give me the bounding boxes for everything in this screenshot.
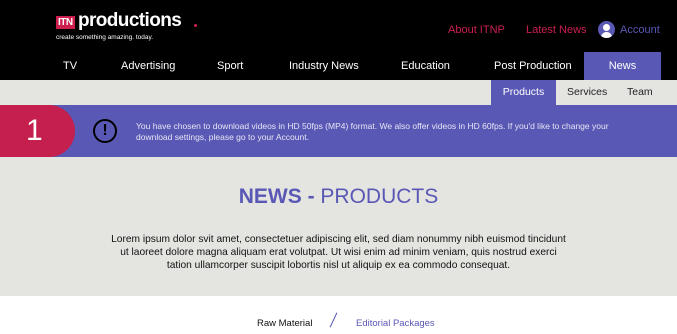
subnav-item-team[interactable]: Team	[627, 80, 653, 105]
account-link[interactable]: Account	[620, 23, 660, 37]
subnav-item-products[interactable]: Products	[491, 80, 556, 105]
nav-item-sport[interactable]: Sport	[217, 52, 243, 80]
logo-wordmark: productions	[78, 10, 182, 31]
logo[interactable]: ITN productions create something amazing…	[56, 10, 216, 50]
main-nav: TV Advertising Sport Industry News Educa…	[0, 52, 677, 80]
page-title: NEWS - PRODUCTS	[0, 184, 677, 210]
logo-tagline: create something amazing. today.	[56, 34, 154, 41]
page-title-section: NEWS -	[238, 185, 315, 208]
tab-raw-material[interactable]: Raw Material	[257, 318, 312, 330]
tab-divider	[329, 312, 338, 328]
notice-number: 1	[0, 105, 75, 157]
notice-text: You have chosen to download videos in HD…	[136, 121, 609, 142]
nav-item-post-production[interactable]: Post Production	[494, 52, 572, 80]
page-title-subsection: PRODUCTS	[320, 185, 439, 208]
nav-item-advertising[interactable]: Advertising	[121, 52, 175, 80]
latest-news-link[interactable]: Latest News	[526, 23, 587, 37]
subnav-item-services[interactable]: Services	[567, 80, 607, 105]
nav-item-industry-news[interactable]: Industry News	[289, 52, 359, 80]
exclamation-icon: !	[93, 119, 117, 143]
nav-item-tv[interactable]: TV	[63, 52, 77, 80]
user-icon[interactable]	[598, 21, 615, 38]
logo-mark: ITN	[56, 16, 75, 29]
nav-item-news[interactable]: News	[584, 52, 661, 80]
tab-editorial-packages[interactable]: Editorial Packages	[356, 318, 435, 330]
intro-text: Lorem ipsum dolor svit amet, consectetue…	[111, 234, 566, 271]
logo-dot	[194, 24, 197, 27]
nav-item-education[interactable]: Education	[401, 52, 450, 80]
about-link[interactable]: About ITNP	[448, 23, 505, 37]
